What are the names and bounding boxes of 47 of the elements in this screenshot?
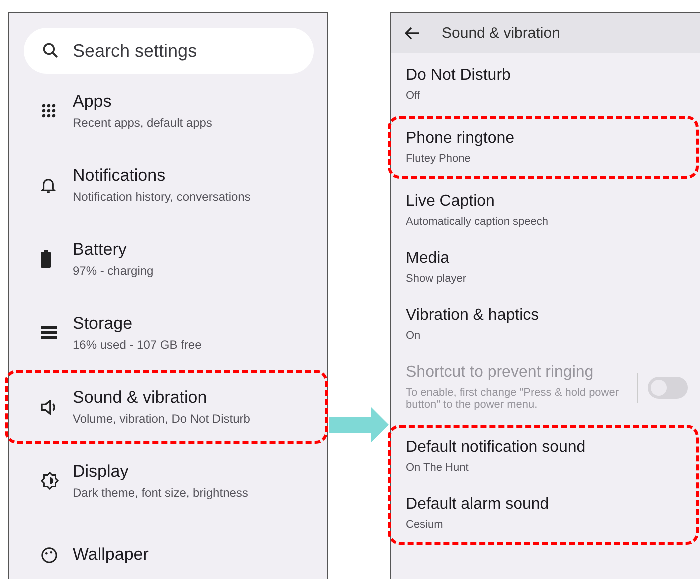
item-title[interactable]: Live Caption [406,193,696,211]
item-title: Apps [73,92,113,112]
item-title[interactable]: Vibration & haptics [406,307,696,325]
item-subtitle: Volume, vibration, Do Not Disturb [73,412,252,426]
brightness-icon [41,472,59,490]
back-arrow-icon[interactable] [405,26,420,40]
storage-icon [41,326,57,340]
item-subtitle: Flutey Phone [406,153,472,165]
item-subtitle: Automatically caption speech [406,216,550,228]
search-field[interactable]: Search settings [24,28,314,74]
grid-icon [41,103,57,119]
item-subtitle: On The Hunt [406,462,470,474]
item-subtitle: Recent apps, default apps [73,116,214,130]
item-title: Battery [73,240,128,260]
item-title[interactable]: Default notification sound [406,439,696,457]
item-title: Wallpaper [73,545,150,565]
settings-item[interactable]: Sound & vibration Volume, vibration, Do Not Disturb [5,370,328,444]
item-subtitle: To enable, first change "Press & hold power button" to the power menu. [406,387,620,411]
item-title[interactable]: Do Not Disturb [406,67,696,85]
pointer-arrow [329,407,389,443]
screen-title: Sound & vibration [442,24,560,42]
settings-item[interactable]: Wallpaper [5,518,328,579]
item-title: Storage [73,314,134,334]
settings-item[interactable]: Battery 97% - charging [5,222,328,296]
item-subtitle: 97% - charging [73,264,155,278]
item-subtitle: Cesium [406,519,444,531]
item-subtitle: On [406,330,422,342]
item-title[interactable]: Media [406,250,696,268]
item-subtitle: Show player [406,273,468,285]
settings-item[interactable]: Display Dark theme, font size, brightness [5,444,328,518]
item-subtitle: Dark theme, font size, brightness [73,486,250,500]
item-subtitle: Off [406,90,422,102]
item-subtitle: Notification history, conversations [73,190,252,204]
battery-icon [41,250,51,268]
settings-item[interactable]: Notifications Notification history, conversations [5,148,328,222]
item-subtitle: 16% used - 107 GB free [73,338,203,352]
item-title: Shortcut to prevent ringing [406,364,595,382]
item-title: Display [73,462,130,482]
bell-icon [41,176,56,194]
item-title: Sound & vibration [73,388,208,408]
settings-item[interactable]: Apps Recent apps, default apps [5,74,328,148]
item-title[interactable]: Phone ringtone [406,130,696,148]
settings-item[interactable]: Storage 16% used - 107 GB free [5,296,328,370]
item-title[interactable]: Default alarm sound [406,496,696,514]
palette-icon [41,546,58,564]
item-title: Notifications [73,166,167,186]
speaker-icon [41,400,58,414]
